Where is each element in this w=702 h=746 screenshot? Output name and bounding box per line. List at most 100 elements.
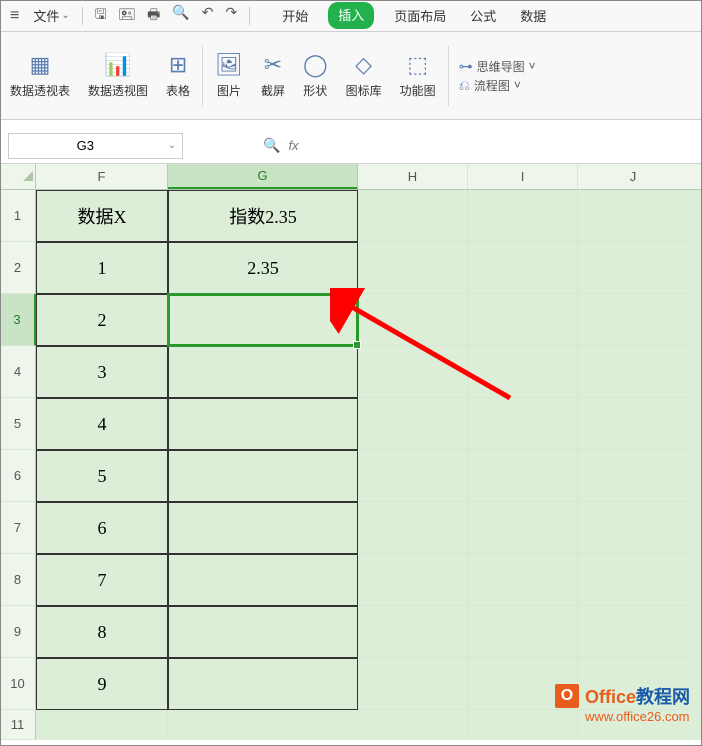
cell-J4[interactable]: [578, 346, 688, 398]
row-header-6[interactable]: 6: [0, 450, 36, 502]
row-header-4[interactable]: 4: [0, 346, 36, 398]
cell-H1[interactable]: [358, 190, 468, 242]
cell-H8[interactable]: [358, 554, 468, 606]
mindmap-button[interactable]: ⊶ 思维导图 ˅: [459, 58, 536, 75]
cell-H5[interactable]: [358, 398, 468, 450]
col-header-I[interactable]: I: [468, 164, 578, 189]
picture-button[interactable]: 🖼 图片: [207, 48, 251, 103]
cell-F6[interactable]: 5: [36, 450, 168, 502]
zoom-icon[interactable]: 🔍: [263, 137, 280, 154]
cell-I8[interactable]: [468, 554, 578, 606]
shapes-button[interactable]: ◯ 形状: [295, 48, 336, 103]
cell-H9[interactable]: [358, 606, 468, 658]
cell-J9[interactable]: [578, 606, 688, 658]
row-header-9[interactable]: 9: [0, 606, 36, 658]
cell-H3[interactable]: [358, 294, 468, 346]
cell-F3[interactable]: 2: [36, 294, 168, 346]
pivot-chart-button[interactable]: 📊 数据透视图: [80, 48, 156, 103]
cell-H2[interactable]: [358, 242, 468, 294]
fx-label[interactable]: fx: [288, 138, 298, 153]
funcchart-button[interactable]: ⬚ 功能图: [392, 48, 444, 103]
fill-handle[interactable]: [353, 341, 361, 349]
cell-H7[interactable]: [358, 502, 468, 554]
cell-G10[interactable]: [168, 658, 358, 710]
cell-H6[interactable]: [358, 450, 468, 502]
cell-G8[interactable]: [168, 554, 358, 606]
row-header-5[interactable]: 5: [0, 398, 36, 450]
cell-G6[interactable]: [168, 450, 358, 502]
hamburger-icon[interactable]: ≡: [4, 7, 25, 25]
cell-I4[interactable]: [468, 346, 578, 398]
row-header-10[interactable]: 10: [0, 658, 36, 710]
cell-J6[interactable]: [578, 450, 688, 502]
name-box-input[interactable]: [9, 134, 162, 158]
row-header-1[interactable]: 1: [0, 190, 36, 242]
col-header-F[interactable]: F: [36, 164, 168, 189]
cell-H10[interactable]: [358, 658, 468, 710]
tab-data[interactable]: 数据: [516, 2, 550, 29]
cell-I7[interactable]: [468, 502, 578, 554]
cell-G3[interactable]: [168, 294, 358, 346]
row-header-11[interactable]: 11: [0, 710, 36, 740]
tab-insert[interactable]: 插入: [328, 2, 374, 29]
col-header-G[interactable]: G: [168, 164, 358, 189]
cell-H4[interactable]: [358, 346, 468, 398]
file-menu[interactable]: 文件 ⌄: [29, 6, 73, 25]
cell-H11[interactable]: [358, 710, 468, 740]
name-box[interactable]: ⌄: [8, 133, 183, 159]
table-button[interactable]: ⊞ 表格: [158, 48, 198, 103]
cell-G1[interactable]: 指数2.35: [168, 190, 358, 242]
cell-G9[interactable]: [168, 606, 358, 658]
flowchart-button[interactable]: ⎌ 流程图 ˅: [459, 77, 536, 94]
cell-F8[interactable]: 7: [36, 554, 168, 606]
cell-G4[interactable]: [168, 346, 358, 398]
iconlib-button[interactable]: ◇ 图标库: [338, 48, 390, 103]
cell-J5[interactable]: [578, 398, 688, 450]
tab-pagelayout[interactable]: 页面布局: [390, 2, 450, 29]
cell-F4[interactable]: 3: [36, 346, 168, 398]
redo-icon[interactable]: ↷: [226, 4, 238, 28]
row-header-8[interactable]: 8: [0, 554, 36, 606]
cell-F7[interactable]: 6: [36, 502, 168, 554]
row-header-2[interactable]: 2: [0, 242, 36, 294]
cell-G7[interactable]: [168, 502, 358, 554]
cell-F10[interactable]: 9: [36, 658, 168, 710]
preview-icon[interactable]: 🔍: [172, 4, 189, 28]
cell-I2[interactable]: [468, 242, 578, 294]
save-icon[interactable]: 🖫: [95, 4, 107, 28]
cell-J8[interactable]: [578, 554, 688, 606]
pivot-table-button[interactable]: ▦ 数据透视表: [2, 48, 78, 103]
cell-G5[interactable]: [168, 398, 358, 450]
cell-J1[interactable]: [578, 190, 688, 242]
row-3: 3 2: [0, 294, 702, 346]
cell-F1[interactable]: 数据X: [36, 190, 168, 242]
cell-I9[interactable]: [468, 606, 578, 658]
save-as-icon[interactable]: 🖭: [119, 4, 135, 28]
cell-F9[interactable]: 8: [36, 606, 168, 658]
cell-G11[interactable]: [168, 710, 358, 740]
chevron-down-icon[interactable]: ⌄: [162, 140, 182, 151]
row-header-3[interactable]: 3: [0, 294, 36, 346]
cell-G2[interactable]: 2.35: [168, 242, 358, 294]
undo-icon[interactable]: ↶: [202, 4, 214, 28]
col-header-H[interactable]: H: [358, 164, 468, 189]
tab-start[interactable]: 开始: [278, 2, 312, 29]
screenshot-button[interactable]: ✂ 截屏: [253, 48, 293, 103]
cell-I3[interactable]: [468, 294, 578, 346]
cell-F5[interactable]: 4: [36, 398, 168, 450]
cell-F11[interactable]: [36, 710, 168, 740]
cell-F2[interactable]: 1: [36, 242, 168, 294]
print-icon[interactable]: 🖶: [147, 4, 160, 28]
cell-J3[interactable]: [578, 294, 688, 346]
tab-formula[interactable]: 公式: [466, 2, 500, 29]
cell-J7[interactable]: [578, 502, 688, 554]
select-all-corner[interactable]: [0, 164, 36, 189]
screenshot-label: 截屏: [261, 82, 285, 99]
col-header-J[interactable]: J: [578, 164, 688, 189]
row-header-7[interactable]: 7: [0, 502, 36, 554]
cell-I6[interactable]: [468, 450, 578, 502]
cell-I5[interactable]: [468, 398, 578, 450]
cell-J2[interactable]: [578, 242, 688, 294]
cell-I1[interactable]: [468, 190, 578, 242]
formula-input[interactable]: [299, 128, 702, 163]
